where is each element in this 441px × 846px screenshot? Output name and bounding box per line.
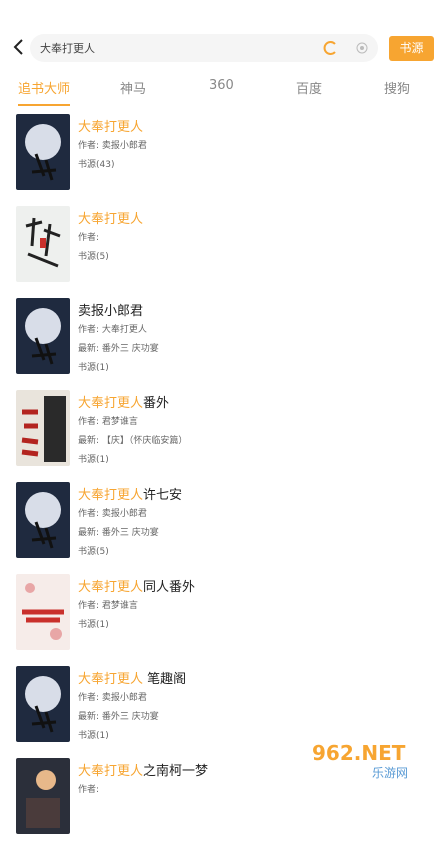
- list-item[interactable]: 卖报小郎君 作者: 大奉打更人 最新: 番外三 庆功宴 书源(1): [0, 294, 441, 386]
- tab-sogou[interactable]: 搜狗: [384, 78, 410, 97]
- book-latest: 最新: 【庆】（怀庆临安篇）: [78, 436, 188, 446]
- book-sources: 书源(1): [78, 363, 109, 373]
- book-cover: [16, 298, 70, 374]
- active-tab-indicator: [18, 104, 70, 106]
- loading-spinner-icon: [323, 41, 336, 55]
- book-author: 作者: 君梦谁言: [78, 417, 138, 427]
- list-item[interactable]: 大奉打更人番外 作者: 君梦谁言 最新: 【庆】（怀庆临安篇） 书源(1): [0, 386, 441, 478]
- book-sources: 书源(1): [78, 620, 109, 630]
- tab-zhuishu[interactable]: 追书大师: [18, 78, 70, 97]
- book-cover: [16, 482, 70, 558]
- search-input[interactable]: 大奉打更人: [40, 40, 95, 56]
- book-cover: [16, 574, 70, 650]
- site-watermark-logo: 962.NET 乐游网: [300, 730, 441, 784]
- list-item[interactable]: 大奉打更人同人番外 作者: 君梦谁言 书源(1): [0, 570, 441, 662]
- tab-360[interactable]: 360: [209, 78, 234, 93]
- book-sources: 书源(1): [78, 455, 109, 465]
- tab-baidu[interactable]: 百度: [296, 78, 322, 97]
- book-sources: 书源(5): [78, 252, 109, 262]
- book-author: 作者: 卖报小郎君: [78, 693, 147, 703]
- list-item[interactable]: 大奉打更人许七安 作者: 卖报小郎君 最新: 番外三 庆功宴 书源(5): [0, 478, 441, 570]
- tab-shenma[interactable]: 神马: [120, 78, 146, 97]
- book-author: 作者: 卖报小郎君: [78, 509, 147, 519]
- list-item[interactable]: 大奉打更人 作者: 卖报小郎君 书源(43): [0, 110, 441, 202]
- book-latest: 最新: 番外三 庆功宴: [78, 528, 159, 538]
- book-sources: 书源(5): [78, 547, 109, 557]
- search-engine-tabs: 追书大师 神马 360 百度 搜狗: [0, 78, 441, 100]
- book-cover: [16, 666, 70, 742]
- book-author: 作者: 君梦谁言: [78, 601, 138, 611]
- book-title[interactable]: 大奉打更人同人番外: [78, 576, 195, 595]
- watermark-subtext: 乐游网: [372, 766, 408, 780]
- watermark-text: 962.NET: [312, 741, 406, 765]
- book-cover: [16, 758, 70, 834]
- book-cover: [16, 114, 70, 190]
- book-source-button[interactable]: 书源: [389, 36, 434, 61]
- book-cover: [16, 206, 70, 282]
- book-author: 作者: 大奉打更人: [78, 325, 147, 335]
- book-author: 作者:: [78, 233, 100, 243]
- clear-icon[interactable]: [356, 42, 368, 54]
- book-sources: 书源(1): [78, 731, 109, 741]
- book-title[interactable]: 大奉打更人 笔趣阁: [78, 668, 186, 687]
- book-cover: [16, 390, 70, 466]
- book-title[interactable]: 大奉打更人: [78, 208, 143, 227]
- book-author: 作者: 卖报小郎君: [78, 141, 147, 151]
- book-title[interactable]: 大奉打更人之南柯一梦: [78, 760, 208, 779]
- book-title[interactable]: 大奉打更人番外: [78, 392, 169, 411]
- book-sources: 书源(43): [78, 160, 115, 170]
- book-latest: 最新: 番外三 庆功宴: [78, 344, 159, 354]
- book-title[interactable]: 卖报小郎君: [78, 300, 143, 319]
- book-title[interactable]: 大奉打更人许七安: [78, 484, 182, 503]
- book-latest: 最新: 番外三 庆功宴: [78, 712, 159, 722]
- back-arrow-icon[interactable]: [8, 36, 30, 58]
- search-bar[interactable]: 大奉打更人: [30, 34, 378, 62]
- list-item[interactable]: 大奉打更人 作者: 书源(5): [0, 202, 441, 294]
- book-title[interactable]: 大奉打更人: [78, 116, 143, 135]
